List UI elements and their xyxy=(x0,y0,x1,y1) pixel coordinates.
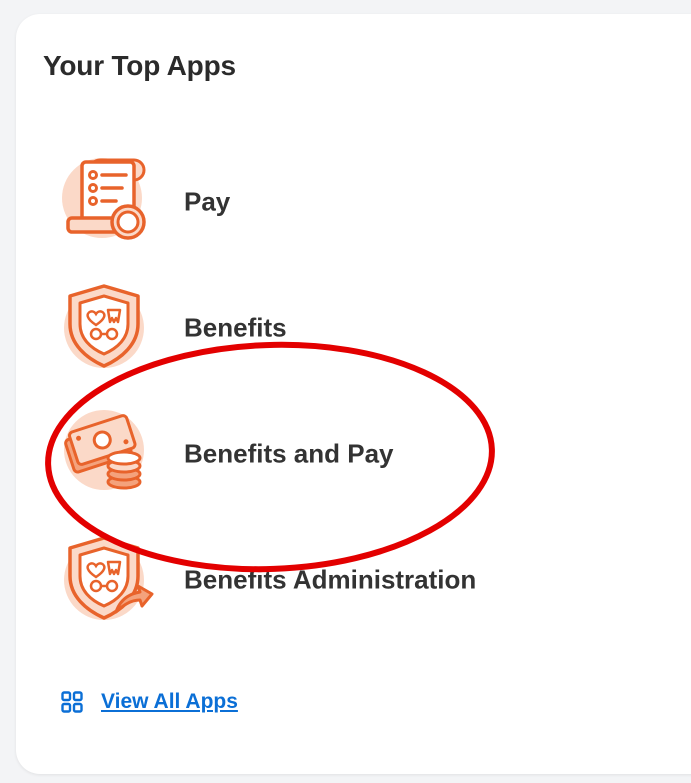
top-apps-card xyxy=(16,14,691,774)
app-item-benefits-and-pay[interactable]: Benefits and Pay xyxy=(60,404,600,504)
grid-icon xyxy=(61,691,83,713)
cash-coins-icon xyxy=(64,410,144,490)
app-item-benefits-administration[interactable]: Benefits Administration xyxy=(60,530,600,630)
view-all-apps-label: View All Apps xyxy=(101,690,238,713)
app-item-pay[interactable]: Pay xyxy=(60,152,600,252)
card-title: Your Top Apps xyxy=(43,50,236,81)
app-label-benefits-and-pay: Benefits and Pay xyxy=(184,438,394,469)
pay-document-coin-icon xyxy=(62,158,146,240)
benefits-shield-icon xyxy=(64,284,144,368)
view-all-apps-link[interactable]: View All Apps xyxy=(61,689,238,715)
app-label-pay: Pay xyxy=(184,186,231,217)
app-item-benefits[interactable]: Benefits xyxy=(60,278,600,378)
app-label-benefits-administration: Benefits Administration xyxy=(184,564,477,595)
app-label-benefits: Benefits xyxy=(184,312,287,343)
benefits-admin-shield-arrow-icon xyxy=(64,536,154,620)
